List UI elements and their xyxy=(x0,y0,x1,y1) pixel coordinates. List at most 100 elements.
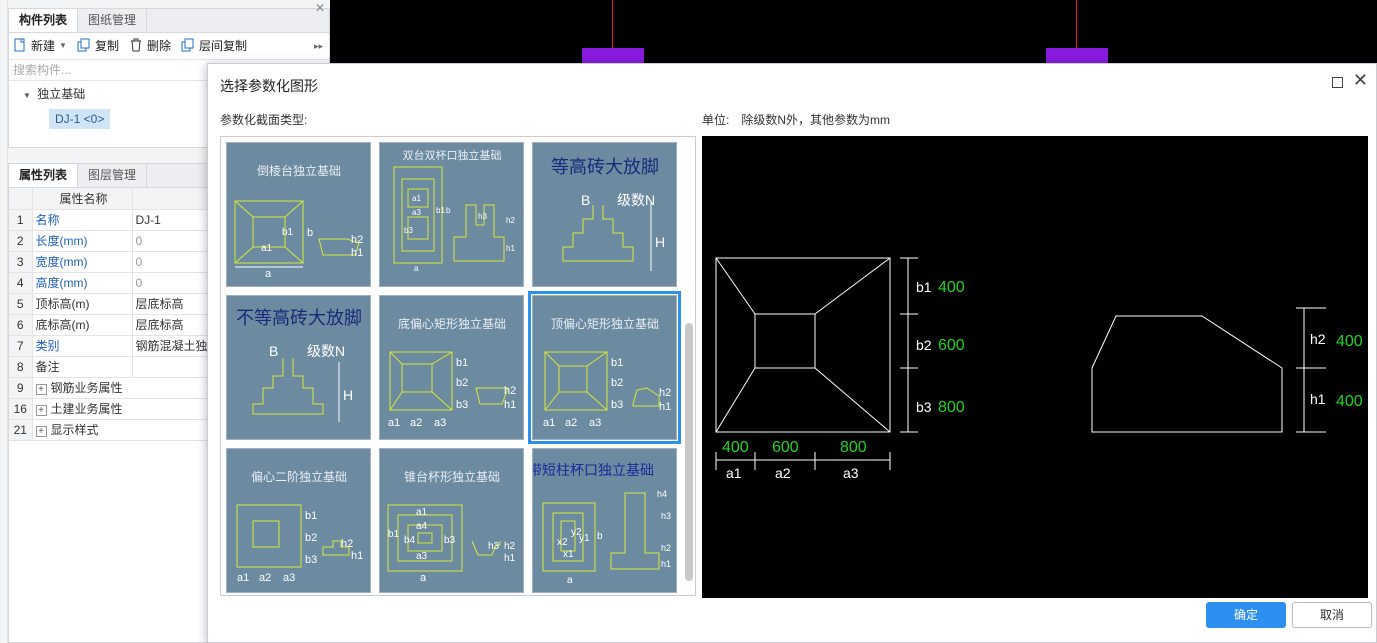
thumb-drawing: 带短柱杯口独立基础 x2 x1 y2 y1 b a h4 h3 h2 h1 xyxy=(528,462,671,586)
svg-text:h1: h1 xyxy=(351,550,363,562)
cad-column[interactable] xyxy=(582,48,644,64)
prop-group-label: 显示样式 xyxy=(50,423,99,437)
svg-text:h1: h1 xyxy=(504,553,516,564)
thumb-drawing: 倒棱台独立基础 b1 b a1 a h2 h1 xyxy=(234,163,363,280)
svg-text:a3: a3 xyxy=(412,208,421,217)
delete-button[interactable]: 删除 xyxy=(129,37,171,54)
svg-text:h1: h1 xyxy=(659,401,671,413)
svg-text:B: B xyxy=(269,343,278,359)
svg-text:h2: h2 xyxy=(659,387,671,399)
row-num: 5 xyxy=(9,293,33,315)
svg-text:偏心二阶独立基础: 偏心二阶独立基础 xyxy=(251,469,347,484)
svg-text:b2: b2 xyxy=(611,377,623,389)
svg-text:b1: b1 xyxy=(436,206,445,215)
svg-text:a1: a1 xyxy=(726,465,742,481)
expand-icon[interactable]: + xyxy=(35,405,47,416)
shape-thumb-inverted-prism[interactable]: 倒棱台独立基础 b1 b a1 a h2 h1 xyxy=(226,142,371,287)
ok-button[interactable]: 确定 xyxy=(1206,602,1286,628)
tab-layer-management[interactable]: 图层管理 xyxy=(78,164,148,187)
svg-text:a2: a2 xyxy=(259,572,271,584)
prop-name: 高度(mm) xyxy=(32,272,133,294)
svg-text:y1: y1 xyxy=(579,533,590,544)
svg-text:a: a xyxy=(265,268,272,280)
chevron-down-icon[interactable]: ▼ xyxy=(59,41,67,50)
maximize-icon[interactable] xyxy=(1332,77,1343,88)
svg-text:h1: h1 xyxy=(661,559,671,569)
svg-text:h3: h3 xyxy=(488,541,500,552)
section-type-label: 参数化截面类型: xyxy=(220,113,308,127)
cancel-button[interactable]: 取消 xyxy=(1292,602,1372,628)
svg-text:b: b xyxy=(597,531,603,542)
tab-drawing-management[interactable]: 图纸管理 xyxy=(78,9,148,32)
copy-button[interactable]: 复制 xyxy=(77,37,119,54)
svg-text:b2: b2 xyxy=(305,532,317,544)
svg-text:b3: b3 xyxy=(444,535,456,546)
svg-text:a3: a3 xyxy=(589,417,601,429)
trash-icon xyxy=(130,38,141,52)
svg-text:a2: a2 xyxy=(775,465,791,481)
component-toolbar: 新建 ▼ 复制 删除 层间复制 ▸▸ xyxy=(9,33,329,57)
svg-text:a1: a1 xyxy=(543,417,555,429)
collapse-icon[interactable]: ▼ xyxy=(23,91,31,100)
svg-text:锥台杯形独立基础: 锥台杯形独立基础 xyxy=(404,469,500,484)
svg-text:b1: b1 xyxy=(282,227,294,238)
svg-text:h2: h2 xyxy=(661,543,671,553)
shape-thumb-bottom-eccentric-rect[interactable]: 底偏心矩形独立基础 b1 b2 b3 a1 a2 a3 h1 h2 xyxy=(379,295,524,440)
svg-text:不等高砖大放脚: 不等高砖大放脚 xyxy=(236,308,362,329)
shape-thumb-cone-cup[interactable]: 锥台杯形独立基础 a1 a4 b1 b4 b3 a3 a h3 h2 h1 xyxy=(379,448,524,593)
copy-label: 复制 xyxy=(94,38,119,53)
more-icon[interactable]: ▸▸ xyxy=(314,41,323,52)
shape-thumb-double-cup[interactable]: 双台双杯口独立基础 a b a1 b1 h1 h2 h3 a3 b3 xyxy=(379,142,524,287)
svg-text:h3: h3 xyxy=(478,212,487,221)
delete-label: 删除 xyxy=(146,38,171,53)
svg-text:400: 400 xyxy=(1336,333,1363,350)
shape-thumb-unequal-brick-footing[interactable]: 不等高砖大放脚 B 级数N H xyxy=(226,295,371,440)
svg-text:h2: h2 xyxy=(504,541,516,552)
tree-item-dj1[interactable]: DJ-1 <0> xyxy=(49,109,111,129)
floor-copy-label: 层间复制 xyxy=(198,38,247,53)
svg-text:h1: h1 xyxy=(504,399,516,411)
svg-text:h2: h2 xyxy=(504,385,516,397)
tab-component-list[interactable]: 构件列表 xyxy=(9,9,79,32)
svg-text:b1: b1 xyxy=(611,357,623,369)
svg-text:h2: h2 xyxy=(351,234,363,246)
svg-text:800: 800 xyxy=(840,439,867,456)
new-icon xyxy=(14,38,25,52)
prop-group-label: 钢筋业务属性 xyxy=(50,381,123,395)
tree-group-label: 独立基础 xyxy=(37,87,86,101)
svg-text:a1: a1 xyxy=(261,243,273,254)
gallery-scrollbar[interactable] xyxy=(685,323,693,581)
new-button[interactable]: 新建 ▼ xyxy=(13,37,67,54)
prop-name: 底标高(m) xyxy=(32,314,133,336)
svg-text:a3: a3 xyxy=(434,417,446,429)
svg-text:b: b xyxy=(446,206,451,215)
row-num: 3 xyxy=(9,251,33,273)
svg-text:h1: h1 xyxy=(1310,391,1326,407)
floor-copy-button[interactable]: 层间复制 xyxy=(181,37,247,54)
cad-axis-line xyxy=(612,0,613,48)
svg-text:h2: h2 xyxy=(1310,331,1326,347)
svg-text:a1: a1 xyxy=(388,417,400,429)
tab-property-list[interactable]: 属性列表 xyxy=(9,164,79,187)
svg-text:B: B xyxy=(581,192,590,208)
expand-icon[interactable]: + xyxy=(35,384,47,395)
close-icon[interactable]: ✕ xyxy=(1353,70,1368,91)
unit-label: 单位: 除级数N外，其他参数为mm xyxy=(702,111,890,128)
cad-column[interactable] xyxy=(1046,48,1108,64)
shape-thumb-equal-brick-footing[interactable]: 等高砖大放脚 B 级数N H xyxy=(532,142,677,287)
svg-text:级数N: 级数N xyxy=(307,343,345,359)
svg-text:b: b xyxy=(307,227,313,239)
shape-thumb-short-column-cup[interactable]: 带短柱杯口独立基础 x2 x1 y2 y1 b a h4 h3 h2 h1 xyxy=(528,448,677,593)
expand-icon[interactable]: + xyxy=(35,426,47,437)
unit-key: 单位: xyxy=(702,113,730,127)
prop-name: 宽度(mm) xyxy=(32,251,133,273)
svg-text:a3: a3 xyxy=(283,572,295,584)
shape-thumb-top-eccentric-rect[interactable]: 顶偏心矩形独立基础 b1 b2 b3 a1 a2 a3 h2 h1 xyxy=(528,291,681,444)
row-num: 1 xyxy=(9,209,33,231)
close-icon[interactable]: ✕ xyxy=(315,1,325,15)
shape-thumb-eccentric-two-step[interactable]: 偏心二阶独立基础 b1 b2 b3 a1 a2 a3 h2 h1 xyxy=(226,448,371,593)
svg-text:h4: h4 xyxy=(657,489,667,499)
svg-text:H: H xyxy=(343,387,353,403)
thumb-drawing: 偏心二阶独立基础 b1 b2 b3 a1 a2 a3 h2 h1 xyxy=(236,469,363,584)
svg-text:h3: h3 xyxy=(661,511,671,521)
